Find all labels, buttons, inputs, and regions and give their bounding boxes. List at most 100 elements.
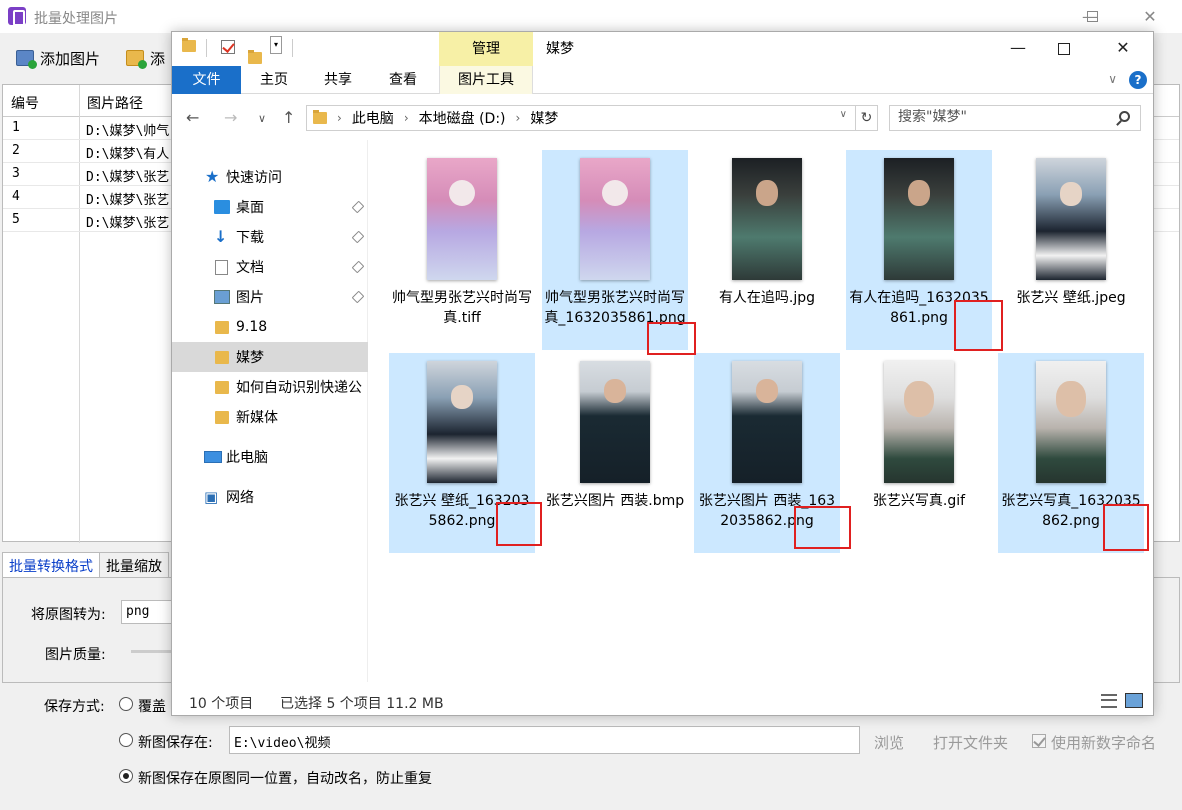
tab-file[interactable]: 文件 <box>172 66 241 94</box>
file-content-pane: 帅气型男张艺兴时尚写真.tiff 帅气型男张艺兴时尚写真_1632035861.… <box>372 140 1152 682</box>
nav-item-documents[interactable]: 文档 <box>172 252 368 282</box>
pin-icon[interactable] <box>351 230 365 244</box>
close-icon[interactable]: ✕ <box>1130 4 1170 30</box>
ribbon-tabs: 文件 主页 共享 查看 图片工具 ∨ ? <box>172 66 1153 94</box>
large-icons-view-icon[interactable] <box>1125 693 1143 708</box>
recent-locations-icon[interactable]: ∨ <box>258 112 266 125</box>
properties-icon[interactable] <box>221 40 235 54</box>
network-icon: ▣ <box>204 488 219 506</box>
add-image-button[interactable]: 添加图片 <box>16 46 100 70</box>
open-folder-button[interactable]: 打开文件夹 <box>933 732 1008 753</box>
navigation-bar: ← → ∨ ↑ › 此电脑 › 本地磁盘 (D:) › 媒梦 ∨ ↻ <box>172 102 1153 136</box>
search-input[interactable] <box>898 109 1108 125</box>
nav-item-meimeng[interactable]: 媒梦 <box>172 342 368 372</box>
same-location-radio[interactable] <box>119 769 133 783</box>
folder-icon <box>182 38 196 52</box>
new-path-radio[interactable] <box>119 733 133 747</box>
column-header-number[interactable]: 编号 <box>11 93 39 113</box>
file-name: 张艺兴 壁纸.jpeg <box>1016 290 1126 306</box>
file-item[interactable]: 张艺兴写真.gif <box>846 353 992 553</box>
nav-item-this-pc[interactable]: 此电脑 <box>172 442 368 472</box>
chevron-down-icon[interactable]: ∨ <box>840 109 847 120</box>
add-folder-icon <box>126 50 147 69</box>
nav-item-desktop[interactable]: 桌面 <box>172 192 368 222</box>
image-thumbnail <box>884 361 954 483</box>
pin-icon[interactable] <box>351 290 365 304</box>
chevron-down-icon[interactable]: ∨ <box>1108 72 1117 86</box>
document-icon <box>215 259 228 275</box>
status-bar: 10 个项目 已选择 5 个项目 11.2 MB <box>172 686 1153 716</box>
minimize-icon[interactable]: — <box>995 34 1041 62</box>
tab-share[interactable]: 共享 <box>312 66 364 94</box>
nav-item-express-folder[interactable]: 如何自动识别快递公 <box>172 372 368 402</box>
new-folder-icon[interactable] <box>248 50 262 64</box>
file-name: 张艺兴写真.gif <box>872 493 966 509</box>
image-thumbnail <box>1036 361 1106 483</box>
breadcrumb-current-folder[interactable]: 媒梦 <box>530 108 558 128</box>
breadcrumb-local-disk[interactable]: 本地磁盘 (D:) <box>419 108 506 128</box>
png-highlight-box <box>794 506 851 549</box>
app-title-bar: 批量处理图片 — ✕ <box>0 0 1182 33</box>
numeric-rename-checkbox[interactable] <box>1032 734 1046 748</box>
desktop-icon <box>214 200 230 214</box>
refresh-icon[interactable]: ↻ <box>855 106 877 130</box>
explorer-title-bar: ▾ 管理 媒梦 — ✕ <box>172 32 1153 66</box>
tab-picture-tools[interactable]: 图片工具 <box>439 66 533 94</box>
image-thumbnail <box>884 158 954 280</box>
file-name: 张艺兴图片 西装.bmp <box>545 493 685 509</box>
nav-item-network[interactable]: ▣ 网络 <box>172 482 368 512</box>
close-icon[interactable]: ✕ <box>1100 34 1146 62</box>
help-icon[interactable]: ? <box>1129 71 1147 89</box>
computer-icon <box>204 451 222 463</box>
star-icon: ★ <box>205 167 220 186</box>
app-title: 批量处理图片 <box>34 11 118 27</box>
breadcrumb-this-pc[interactable]: 此电脑 <box>352 108 394 128</box>
new-path-input[interactable]: E:\video\视频 <box>229 726 860 754</box>
nav-item-pictures[interactable]: 图片 <box>172 282 368 312</box>
image-thumbnail <box>580 361 650 483</box>
maximize-icon[interactable] <box>1041 34 1087 62</box>
pin-icon[interactable] <box>351 200 365 214</box>
quick-access-separator <box>206 39 207 57</box>
add-folder-button[interactable]: 添 <box>126 46 165 70</box>
tab-manage[interactable]: 管理 <box>439 32 533 66</box>
back-arrow-icon[interactable]: ← <box>186 108 199 127</box>
nav-item-folder-918[interactable]: 9.18 <box>172 312 368 342</box>
folder-icon <box>215 320 229 334</box>
selection-info: 已选择 5 个项目 11.2 MB <box>280 696 444 712</box>
pin-icon[interactable] <box>351 260 365 274</box>
tab-home[interactable]: 主页 <box>248 66 300 94</box>
up-arrow-icon[interactable]: ↑ <box>282 108 295 127</box>
file-item[interactable]: 帅气型男张艺兴时尚写真.tiff <box>389 150 535 350</box>
chevron-down-icon[interactable]: ▾ <box>270 36 282 54</box>
image-thumbnail <box>427 361 497 483</box>
convert-label: 将原图转为: <box>31 607 106 623</box>
maximize-icon[interactable] <box>1072 4 1112 30</box>
file-item[interactable]: 张艺兴图片 西装.bmp <box>542 353 688 553</box>
details-view-icon[interactable] <box>1101 694 1117 708</box>
file-item[interactable]: 张艺兴 壁纸.jpeg <box>998 150 1144 350</box>
image-thumbnail <box>732 158 802 280</box>
png-highlight-box <box>496 502 542 546</box>
nav-item-quick-access[interactable]: ★ 快速访问 <box>172 162 368 192</box>
nav-item-downloads[interactable]: ↓ 下载 <box>172 222 368 252</box>
download-icon: ↓ <box>214 227 228 246</box>
file-name: 有人在追吗.jpg <box>718 290 816 306</box>
address-bar[interactable]: › 此电脑 › 本地磁盘 (D:) › 媒梦 ∨ ↻ <box>306 105 878 131</box>
image-thumbnail <box>427 158 497 280</box>
file-item[interactable]: 帅气型男张艺兴时尚写真_1632035861.png <box>542 150 688 350</box>
item-count: 10 个项目 <box>189 696 254 712</box>
image-thumbnail <box>1036 158 1106 280</box>
tab-view[interactable]: 查看 <box>377 66 429 94</box>
file-item[interactable]: 有人在追吗.jpg <box>694 150 840 350</box>
column-header-path[interactable]: 图片路径 <box>87 93 143 113</box>
same-location-label: 新图保存在原图同一位置，自动改名，防止重复 <box>138 771 432 787</box>
forward-arrow-icon[interactable]: → <box>224 108 237 127</box>
nav-item-new-media[interactable]: 新媒体 <box>172 402 368 432</box>
tab-batch-convert[interactable]: 批量转换格式 <box>2 552 100 578</box>
search-box[interactable] <box>889 105 1141 131</box>
search-icon[interactable] <box>1119 111 1130 122</box>
browse-button[interactable]: 浏览 <box>874 732 904 753</box>
tab-batch-resize[interactable]: 批量缩放 <box>99 552 169 578</box>
overwrite-radio[interactable] <box>119 697 133 711</box>
